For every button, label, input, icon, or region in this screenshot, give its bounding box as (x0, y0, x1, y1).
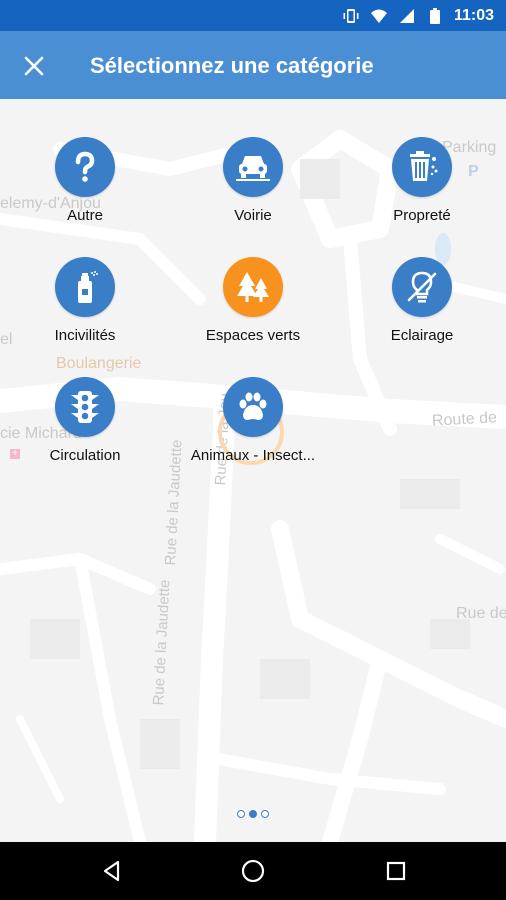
category-incivilites[interactable]: Incivilités (5, 257, 165, 344)
map-label-boulangerie: Boulangerie (56, 355, 142, 372)
signal-icon (398, 7, 416, 25)
vibrate-icon (342, 7, 360, 25)
trees-icon (223, 257, 283, 317)
page-title: Sélectionnez une catégorie (90, 53, 374, 78)
paw-icon (223, 377, 283, 437)
close-icon (24, 56, 44, 76)
trash-icon (392, 137, 452, 197)
home-button[interactable] (238, 856, 268, 886)
category-animaux-insectes[interactable]: Animaux - Insect... (173, 377, 333, 464)
no-light-bulb-icon (392, 257, 452, 317)
spray-can-icon (55, 257, 115, 317)
close-button[interactable] (20, 52, 48, 80)
category-label: Voirie (234, 207, 272, 224)
category-label: Autre (67, 207, 103, 224)
status-bar: 11:03 (0, 0, 506, 31)
category-eclairage[interactable]: Eclairage (342, 257, 502, 344)
page-dot-3[interactable] (261, 810, 269, 818)
map-label-rue-de: Rue de (456, 605, 506, 622)
status-icons: 11:03 (342, 5, 494, 27)
status-time: 11:03 (453, 7, 494, 24)
navigation-bar (0, 842, 506, 900)
category-proprete[interactable]: Propreté (342, 137, 502, 224)
back-icon (103, 860, 120, 882)
page-dot-1[interactable] (237, 810, 245, 818)
category-circulation[interactable]: Circulation (5, 377, 165, 464)
traffic-light-icon (55, 377, 115, 437)
category-label: Animaux - Insect... (190, 447, 316, 464)
category-label: Propreté (393, 207, 451, 224)
home-icon (241, 859, 265, 883)
category-autre[interactable]: Autre (5, 137, 165, 224)
page-indicator (0, 810, 506, 818)
category-label: Eclairage (390, 327, 454, 344)
back-button[interactable] (97, 856, 127, 886)
app-bar: Sélectionnez une catégorie (0, 31, 506, 99)
recents-icon (386, 861, 406, 881)
question-icon (55, 137, 115, 197)
map-label-route: Route de (431, 409, 498, 430)
recents-button[interactable] (381, 856, 411, 886)
category-espaces-verts[interactable]: Espaces verts (173, 257, 333, 344)
wifi-icon (370, 7, 388, 25)
category-label: Circulation (49, 447, 121, 464)
category-label: Espaces verts (205, 327, 301, 344)
page-dot-2[interactable] (249, 810, 257, 818)
battery-icon (426, 7, 444, 25)
category-label: Incivilités (54, 327, 116, 344)
category-voirie[interactable]: Voirie (173, 137, 333, 224)
car-icon (223, 137, 283, 197)
